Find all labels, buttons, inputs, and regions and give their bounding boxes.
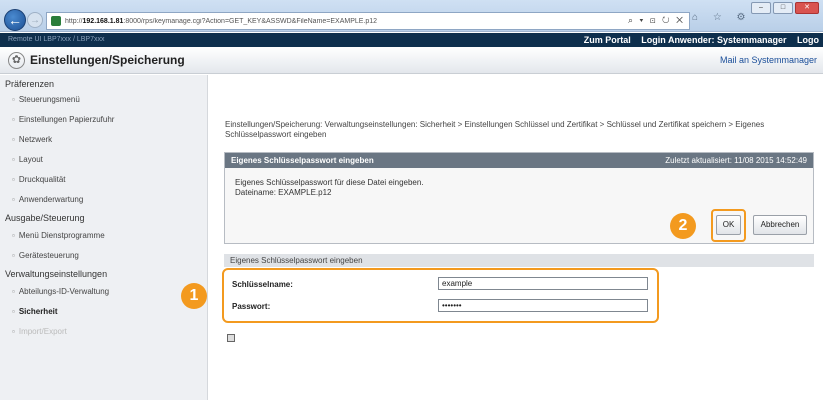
ok-button-highlight [711, 209, 746, 242]
bullet-icon: ▫ [12, 175, 15, 184]
form-section-header: Eigenes Schlüsselpasswort eingeben [224, 254, 814, 267]
bullet-icon: ▫ [12, 251, 15, 260]
arrow-left-icon: ← [8, 12, 22, 28]
breadcrumb: Einstellungen/Speicherung: Verwaltungsei… [225, 120, 765, 139]
sidebar-item-device-control[interactable]: ▫ Gerätesteuerung [12, 251, 79, 260]
browser-titlebar: ← → http://192.168.1.81:8000/rps/keymana… [0, 0, 823, 32]
bullet-icon: ▫ [12, 135, 15, 144]
sidebar-item-control-menu[interactable]: ▫ Steuerungsmenü [12, 95, 80, 104]
bullet-icon: ▫ [12, 231, 15, 240]
bullet-icon: ▫ [12, 195, 15, 204]
login-user-text: Login Anwender: Systemmanager [641, 35, 787, 45]
site-icon [51, 16, 61, 26]
instruction-text: Eigenes Schlüsselpasswort für diese Date… [235, 178, 424, 187]
bullet-icon: ▫ [12, 155, 15, 164]
device-name: Remote UI LBP7xxx / LBP7xxx [8, 36, 105, 43]
page-header: ✿ Einstellungen/Speicherung Mail an Syst… [0, 47, 823, 74]
filename-text: Dateiname: EXAMPLE.p12 [235, 188, 332, 197]
sidebar-item-import-export[interactable]: ▫ Import/Export [12, 327, 67, 336]
browser-toolbar-icons[interactable]: ⌂ ☆ ⚙ [692, 12, 752, 23]
last-updated: Zuletzt aktualisiert: 11/08 2015 14:52:4… [665, 156, 807, 165]
top-links: Zum Portal Login Anwender: Systemmanager… [576, 35, 819, 45]
logout-link[interactable]: Logo [797, 35, 819, 45]
callout-1: 1 [181, 283, 207, 309]
url-text: http://192.168.1.81:8000/rps/keymanage.c… [65, 17, 378, 25]
settings-gear-icon: ✿ [8, 52, 25, 69]
back-button[interactable]: ← [4, 9, 26, 31]
sidebar-item-department-id[interactable]: ▫ Abteilungs-ID-Verwaltung [12, 287, 109, 296]
bullet-icon: ▫ [12, 115, 15, 124]
address-bar[interactable]: http://192.168.1.81:8000/rps/keymanage.c… [46, 12, 690, 30]
panel-description: Eigenes Schlüsselpasswort für diese Date… [235, 178, 424, 198]
sidebar-item-utility-menu[interactable]: ▫ Menü Dienstprogramme [12, 231, 105, 240]
address-tools-icons[interactable]: ⌕ ▾ ⊡ ↻ ✕ [628, 15, 685, 26]
mail-admin-link[interactable]: Mail an Systemmanager [720, 55, 817, 65]
sidebar-item-network[interactable]: ▫ Netzwerk [12, 135, 52, 144]
callout-2: 2 [670, 213, 696, 239]
page-top-icon[interactable] [227, 334, 235, 342]
close-window-button[interactable]: ✕ [795, 2, 819, 14]
forward-button[interactable]: → [27, 12, 43, 28]
sidebar-item-layout[interactable]: ▫ Layout [12, 155, 43, 164]
sidebar-item-user-maintenance[interactable]: ▫ Anwenderwartung [12, 195, 83, 204]
sidebar-section-preferences[interactable]: Präferenzen [5, 79, 54, 89]
top-menu-bar: Remote UI LBP7xxx / LBP7xxx Zum Portal L… [0, 33, 823, 47]
panel-title: Eigenes Schlüsselpasswort eingeben [231, 156, 374, 165]
panel-header: Eigenes Schlüsselpasswort eingeben Zulet… [225, 153, 813, 168]
bullet-icon: ▫ [12, 327, 15, 336]
maximize-button[interactable]: □ [773, 2, 793, 14]
sidebar-section-output[interactable]: Ausgabe/Steuerung [5, 213, 85, 223]
sidebar-item-security[interactable]: ▫ Sicherheit [12, 307, 58, 316]
window-controls: – □ ✕ [751, 2, 819, 14]
bullet-icon: ▫ [12, 287, 15, 296]
page-title: Einstellungen/Speicherung [30, 53, 185, 67]
sidebar-item-paper-source[interactable]: ▫ Einstellungen Papierzufuhr [12, 115, 114, 124]
bullet-icon: ▫ [12, 307, 15, 316]
arrow-right-icon: → [30, 14, 40, 26]
portal-link[interactable]: Zum Portal [584, 35, 631, 45]
bullet-icon: ▫ [12, 95, 15, 104]
sidebar-section-admin[interactable]: Verwaltungseinstellungen [5, 269, 107, 279]
minimize-button[interactable]: – [751, 2, 771, 14]
cancel-button[interactable]: Abbrechen [753, 215, 807, 235]
form-highlight [222, 268, 659, 323]
sidebar-item-print-quality[interactable]: ▫ Druckqualität [12, 175, 66, 184]
sidebar: Präferenzen ▫ Steuerungsmenü ▫ Einstellung… [0, 75, 208, 400]
